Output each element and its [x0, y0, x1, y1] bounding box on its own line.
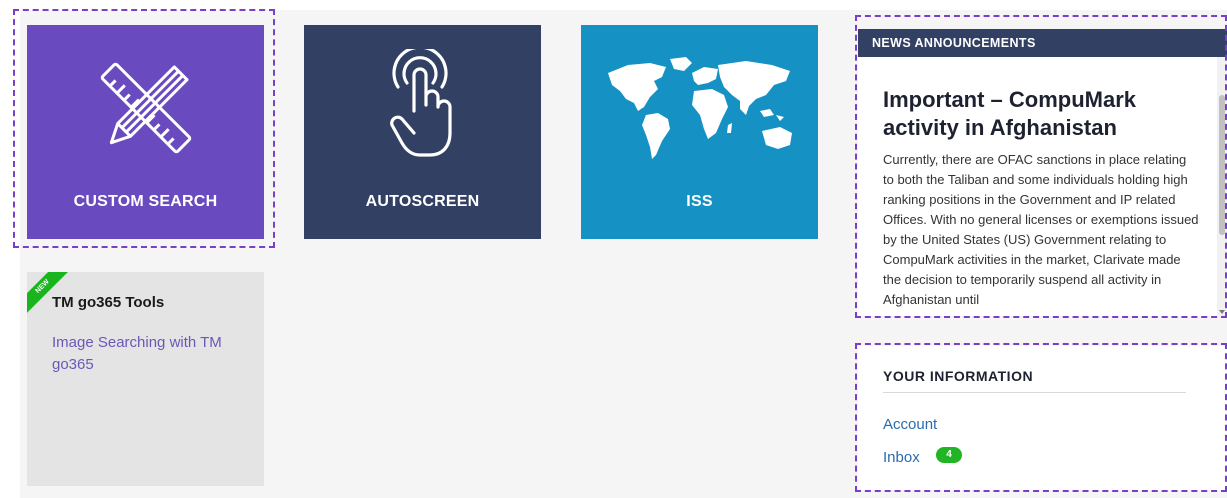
- iss-label: ISS: [686, 193, 713, 210]
- autoscreen-label: AUTOSCREEN: [365, 193, 480, 210]
- your-information-highlight: [855, 343, 1227, 492]
- world-map-icon: [607, 57, 792, 159]
- tm-go365-tools-card: NEW TM go365 Tools Image Searching with …: [27, 272, 264, 486]
- iss-tile[interactable]: ISS: [581, 25, 818, 239]
- custom-search-highlight: [13, 9, 275, 248]
- tools-card-title: TM go365 Tools: [52, 294, 165, 311]
- image-searching-link[interactable]: Image Searching with TM go365: [52, 332, 252, 376]
- autoscreen-tile[interactable]: AUTOSCREEN: [304, 25, 541, 239]
- tap-finger-icon: [389, 49, 452, 157]
- news-highlight: [855, 15, 1227, 318]
